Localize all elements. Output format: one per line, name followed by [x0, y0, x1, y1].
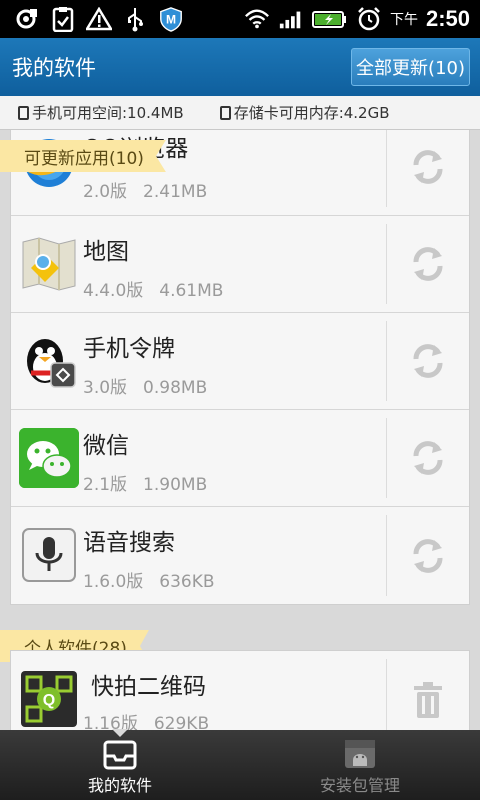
tab-my-software[interactable]: 我的软件	[0, 729, 240, 800]
uninstall-button[interactable]	[387, 651, 469, 730]
list-item[interactable]: 手机令牌 3.0版 0.98MB	[11, 313, 469, 410]
refresh-icon	[413, 344, 443, 378]
status-time: 2:50	[425, 6, 470, 31]
personal-apps-card: Q 快拍二维码 1.16版 629KB	[10, 650, 470, 730]
svg-text:M: M	[166, 13, 176, 27]
svg-text:Q: Q	[43, 692, 55, 709]
wechat-icon	[19, 428, 79, 488]
status-ampm: 下午	[389, 12, 418, 28]
warning-icon	[86, 6, 112, 32]
app-size: 636KB	[159, 572, 215, 592]
usb-icon	[122, 6, 148, 32]
app-list[interactable]: QQ浏览器 2.0版2.41MB 地图 4.4.0版4.61MB	[0, 130, 480, 730]
app-name: 快拍二维码	[91, 674, 206, 700]
app-meta: 1.16版 629KB	[83, 709, 209, 730]
bottom-tab-bar: 我的软件 安装包管理	[0, 729, 480, 800]
status-bar: M 下午 2:50	[0, 0, 480, 38]
security-m-icon: M	[158, 6, 184, 32]
app-version: 3.0版	[83, 378, 128, 398]
update-button[interactable]	[387, 410, 469, 506]
app-name: 语音搜索	[83, 530, 175, 556]
update-button[interactable]	[387, 130, 469, 215]
app-size: 2.41MB	[143, 182, 208, 202]
sdcard-icon	[219, 105, 231, 120]
phone-storage-label: 手机可用空间:10.4MB	[32, 104, 184, 122]
tab-label: 我的软件	[87, 776, 152, 795]
clipboard-icon	[50, 6, 76, 32]
app-name: 手机令牌	[83, 336, 175, 362]
page-title: 我的软件	[12, 56, 96, 80]
trash-icon	[414, 681, 442, 718]
voice-search-icon	[19, 525, 79, 585]
storage-bar: 手机可用空间:10.4MB 存储卡可用内存:4.2GB	[0, 96, 480, 130]
app-meta: 2.1版 1.90MB	[83, 470, 207, 495]
app-size: 1.90MB	[143, 475, 208, 495]
refresh-icon	[413, 247, 443, 281]
settings-notify-icon	[14, 6, 40, 32]
app-name: 微信	[83, 433, 129, 459]
app-version: 1.6.0版	[83, 572, 144, 592]
wifi-icon	[244, 6, 270, 32]
app-version: 1.16版	[83, 714, 138, 730]
list-item[interactable]: 语音搜索 1.6.0版 636KB	[11, 507, 469, 604]
refresh-icon	[413, 150, 443, 184]
app-meta: 2.0版 2.41MB	[83, 177, 207, 202]
updatable-apps-card: QQ浏览器 2.0版2.41MB 地图 4.4.0版4.61MB	[10, 130, 470, 605]
app-meta: 3.0版 0.98MB	[83, 373, 207, 398]
update-button[interactable]	[387, 216, 469, 312]
app-version: 2.0版	[83, 182, 128, 202]
update-button[interactable]	[387, 507, 469, 604]
tab-package-manager[interactable]: 安装包管理	[240, 730, 480, 800]
app-size: 629KB	[153, 714, 210, 730]
refresh-icon	[413, 441, 443, 475]
battery-icon	[311, 6, 348, 32]
app-size: 4.61MB	[159, 281, 224, 301]
update-button[interactable]	[387, 313, 469, 409]
list-item[interactable]: 地图 4.4.0版 4.61MB	[11, 216, 469, 313]
qq-token-icon	[19, 329, 79, 389]
phone-storage: 手机可用空间:10.4MB	[0, 102, 184, 123]
alarm-icon	[356, 6, 382, 32]
android-package-icon	[345, 740, 375, 768]
tab-label: 安装包管理	[319, 776, 400, 795]
sdcard-storage: 存储卡可用内存:4.2GB	[184, 102, 390, 123]
list-item[interactable]: Q 快拍二维码 1.16版 629KB	[11, 651, 469, 730]
map-icon	[19, 234, 79, 294]
signal-icon	[278, 6, 304, 32]
update-all-button[interactable]: 全部更新(10)	[351, 48, 470, 86]
app-name: 地图	[83, 239, 129, 265]
section-header-updatable: 可更新应用(10)	[0, 140, 166, 172]
app-version: 4.4.0版	[83, 281, 144, 301]
app-size: 0.98MB	[143, 378, 208, 398]
app-version: 2.1版	[83, 475, 128, 495]
qr-scanner-icon: Q	[19, 669, 79, 729]
refresh-icon	[413, 538, 443, 573]
inbox-icon	[103, 740, 137, 770]
list-item[interactable]: 微信 2.1版 1.90MB	[11, 410, 469, 507]
app-meta: 1.6.0版 636KB	[83, 567, 215, 592]
app-meta: 4.4.0版 4.61MB	[83, 276, 223, 301]
title-bar: 我的软件 全部更新(10)	[0, 38, 480, 96]
sdcard-storage-label: 存储卡可用内存:4.2GB	[233, 104, 390, 122]
phone-icon	[18, 105, 29, 120]
